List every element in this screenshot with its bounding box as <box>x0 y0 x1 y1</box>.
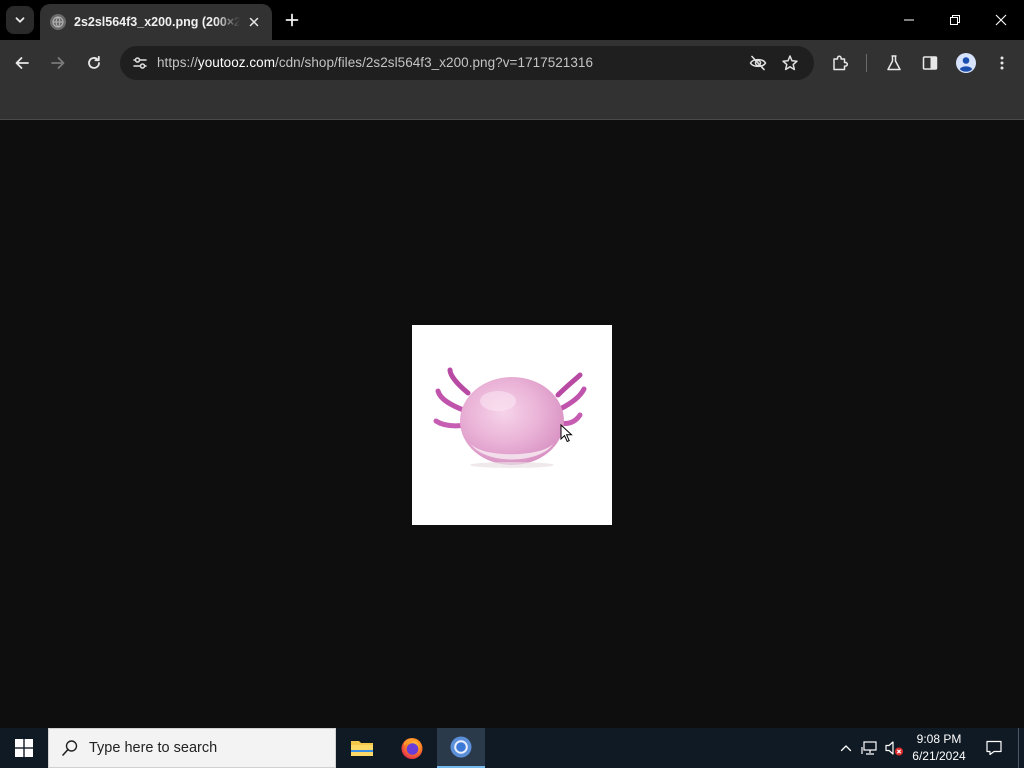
reload-button[interactable] <box>80 49 108 77</box>
restore-icon <box>950 15 960 25</box>
taskbar-search-input[interactable]: Type here to search <box>48 728 336 768</box>
url-path: /cdn/shop/files/2s2sl564f3_x200.png?v=17… <box>275 55 594 70</box>
labs-button[interactable] <box>880 49 908 77</box>
image-viewer <box>0 121 1024 728</box>
puzzle-icon <box>833 55 849 71</box>
close-icon <box>995 14 1007 26</box>
forward-button[interactable] <box>44 49 72 77</box>
extensions-button[interactable] <box>826 49 854 77</box>
tab-search-button[interactable] <box>6 6 34 34</box>
more-vert-icon <box>1000 56 1004 70</box>
menu-button[interactable] <box>988 49 1016 77</box>
forward-arrow-icon <box>51 57 65 69</box>
new-tab-button[interactable] <box>280 8 304 32</box>
star-icon[interactable] <box>778 51 802 75</box>
volume-muted-icon[interactable] <box>884 738 904 758</box>
back-arrow-icon <box>15 57 29 69</box>
profile-button[interactable] <box>952 49 980 77</box>
network-icon[interactable] <box>860 738 880 758</box>
back-button[interactable] <box>8 49 36 77</box>
address-bar[interactable]: https://youtooz.com/cdn/shop/files/2s2sl… <box>120 46 814 80</box>
profile-icon <box>956 53 976 73</box>
notification-icon <box>986 740 1002 756</box>
axolotl-plush-drawing <box>433 367 587 468</box>
toolbar-divider <box>866 54 867 72</box>
chrome-icon <box>450 736 472 758</box>
url-text[interactable]: https://youtooz.com/cdn/shop/files/2s2sl… <box>157 55 593 70</box>
start-button[interactable] <box>0 728 48 768</box>
windows-logo-icon <box>15 739 33 757</box>
browser-toolbar: https://youtooz.com/cdn/shop/files/2s2sl… <box>0 40 1024 86</box>
show-desktop-button[interactable] <box>1018 728 1024 768</box>
file-explorer-icon <box>351 741 373 756</box>
clock-time: 9:08 PM <box>916 732 962 746</box>
tab-title: 2s2sl564f3_x200.png (200×200) <box>74 15 240 29</box>
clock-date: 6/21/2024 <box>912 749 966 763</box>
action-center-button[interactable] <box>980 728 1008 768</box>
eye-off-icon[interactable] <box>746 51 770 75</box>
search-placeholder: Type here to search <box>89 740 218 756</box>
title-bar: 2s2sl564f3_x200.png (200×200) <box>0 0 1024 40</box>
mouse-cursor-icon <box>560 424 573 443</box>
plus-icon <box>285 13 299 27</box>
flask-icon <box>887 55 901 71</box>
tune-icon[interactable] <box>128 51 152 75</box>
file-explorer-button[interactable] <box>338 728 386 768</box>
firefox-icon <box>401 738 423 759</box>
firefox-button[interactable] <box>388 728 436 768</box>
reload-icon <box>88 55 100 69</box>
close-tab-icon[interactable] <box>246 14 262 30</box>
url-prefix: https:// <box>157 55 198 70</box>
side-panel-icon <box>922 56 938 70</box>
bookmarks-bar <box>0 86 1024 120</box>
axolotl-plush-image[interactable] <box>412 325 612 525</box>
chevron-up-icon[interactable] <box>836 738 856 758</box>
close-window-button[interactable] <box>978 0 1024 40</box>
minimize-button[interactable] <box>886 0 932 40</box>
tab-active[interactable]: 2s2sl564f3_x200.png (200×200) <box>40 4 272 40</box>
chevron-down-icon <box>15 17 25 23</box>
url-host: youtooz.com <box>197 55 276 70</box>
windows-taskbar: Type here to search 9:08 PM 6/21/2024 <box>0 728 1024 768</box>
taskbar-clock[interactable]: 9:08 PM 6/21/2024 <box>906 731 972 765</box>
restore-button[interactable] <box>932 0 978 40</box>
search-icon <box>61 739 79 757</box>
chrome-button[interactable] <box>437 728 485 768</box>
minimize-icon <box>904 19 914 21</box>
globe-icon <box>50 14 66 30</box>
side-panel-button[interactable] <box>916 49 944 77</box>
